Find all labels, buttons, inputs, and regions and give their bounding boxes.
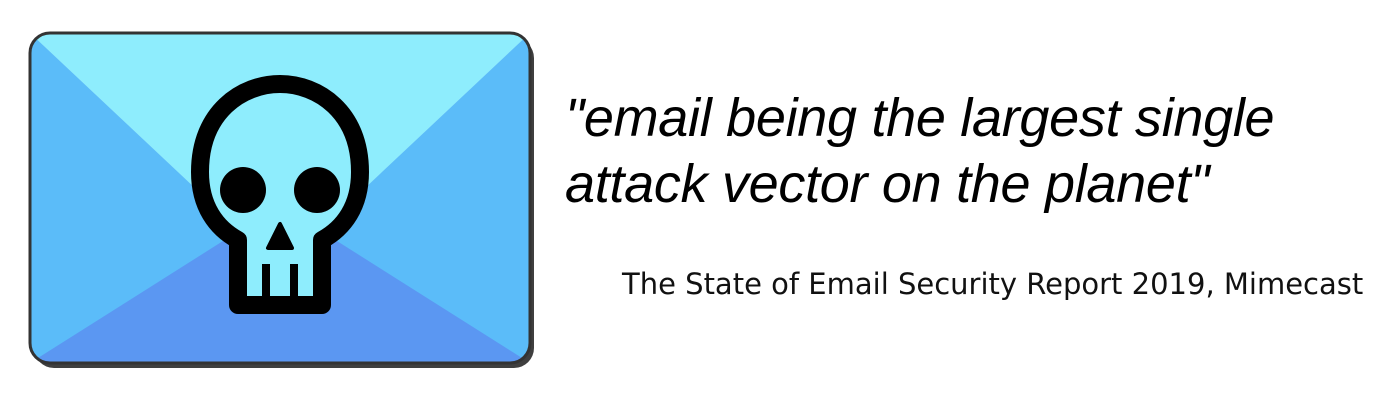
quote-source: The State of Email Security Report 2019,… bbox=[622, 267, 1364, 301]
skull-tooth-divider bbox=[290, 264, 298, 300]
email-skull-icon bbox=[0, 0, 560, 410]
page-canvas: "email being the largest single attack v… bbox=[0, 0, 1400, 410]
quote-line-2: attack vector on the planet" bbox=[565, 154, 1210, 214]
quote-text: "email being the largest single attack v… bbox=[565, 85, 1385, 217]
quote-line-1: "email being the largest single bbox=[565, 88, 1275, 148]
skull-left-eye bbox=[220, 167, 266, 213]
skull-right-eye bbox=[294, 167, 340, 213]
skull-tooth-divider bbox=[262, 264, 270, 300]
